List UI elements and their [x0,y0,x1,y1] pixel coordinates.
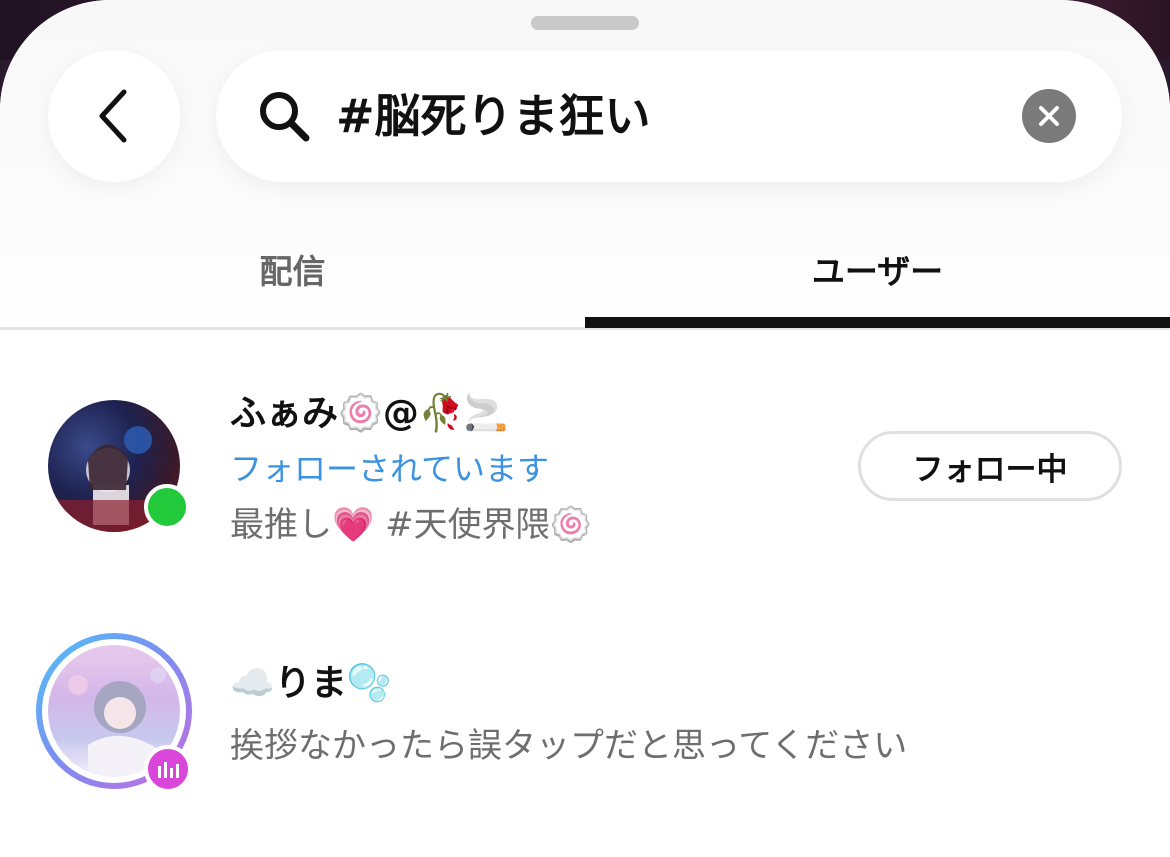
search-icon [260,92,310,142]
user-bio: 最推し💗 #天使界隈🍥 [230,505,592,545]
follows-you-label: フォローされています [230,450,550,488]
clear-search-button[interactable] [1022,89,1076,143]
live-audio-badge [144,745,192,793]
chevron-left-icon [99,89,127,143]
sheet-grabber[interactable] [531,16,639,30]
search-sheet: #脳死りま狂い 配信 ユーザー ふぁみ🍥@🥀🚬 フォローされています 最推し💗 … [0,0,1170,857]
live-audio-icon [158,762,179,778]
tab-broadcasts[interactable]: 配信 [0,240,585,304]
tab-users[interactable]: ユーザー [585,240,1170,304]
user-name[interactable]: ☁️りま🫧 [230,656,392,712]
search-input[interactable]: #脳死りま狂い [336,80,651,152]
back-button[interactable] [48,50,180,182]
search-field[interactable]: #脳死りま狂い [216,50,1122,182]
following-button[interactable]: フォロー中 [858,431,1122,501]
tab-active-indicator [585,317,1170,328]
online-status-badge [144,484,190,530]
clear-icon [1039,106,1059,126]
user-name[interactable]: ふぁみ🍥@🥀🚬 [230,386,508,442]
user-bio: 挨拶なかったら誤タップだと思ってください [230,726,908,766]
